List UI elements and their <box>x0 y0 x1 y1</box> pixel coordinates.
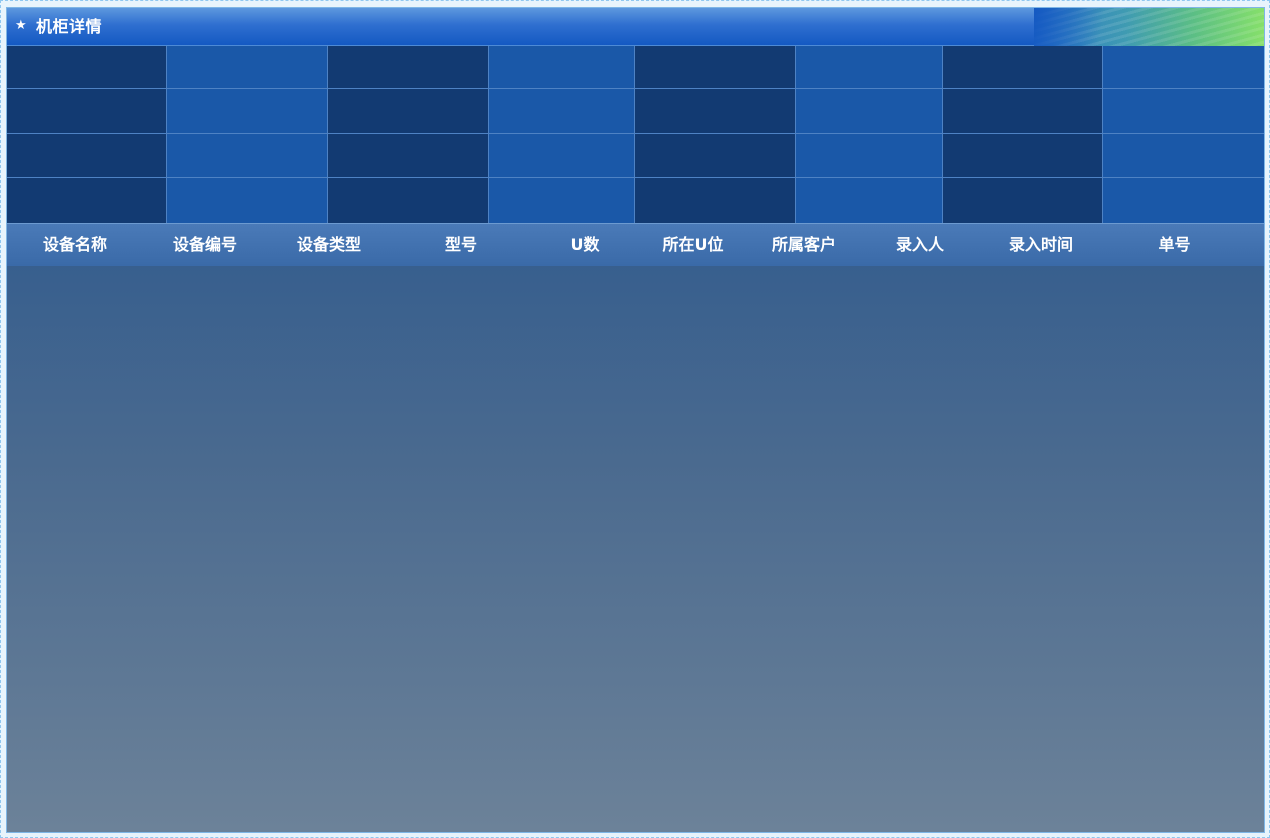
info-label-cell <box>635 46 796 89</box>
info-value-cell <box>796 46 943 89</box>
device-table-header: 设备名称 设备编号 设备类型 型号 U数 所在U位 所属客户 录入人 录入时间 … <box>7 223 1264 267</box>
info-value-cell <box>167 178 328 223</box>
info-label-cell <box>943 89 1103 134</box>
info-label-cell <box>7 46 167 89</box>
column-header-device-id[interactable]: 设备编号 <box>143 224 267 267</box>
info-value-cell <box>1103 134 1264 178</box>
info-value-cell <box>1103 89 1264 134</box>
info-label-cell <box>635 178 796 223</box>
panel-title-bar: ★ 机柜详情 <box>7 8 1264 46</box>
info-value-cell <box>489 178 635 223</box>
panel-title: 机柜详情 <box>36 17 103 36</box>
info-label-cell <box>635 134 796 178</box>
info-label-cell <box>7 89 167 134</box>
info-value-cell <box>1103 178 1264 223</box>
info-value-cell <box>796 134 943 178</box>
column-header-u-position[interactable]: 所在U位 <box>639 224 747 267</box>
star-icon: ★ <box>15 18 27 33</box>
title-bar-decoration <box>1034 8 1264 46</box>
column-header-order-number[interactable]: 单号 <box>1103 224 1246 267</box>
info-label-cell <box>328 46 489 89</box>
info-label-cell <box>943 178 1103 223</box>
info-value-cell <box>489 46 635 89</box>
column-header-customer[interactable]: 所属客户 <box>747 224 861 267</box>
info-value-cell <box>167 89 328 134</box>
column-header-device-name[interactable]: 设备名称 <box>7 224 143 267</box>
column-header-device-type[interactable]: 设备类型 <box>267 224 391 267</box>
info-label-cell <box>635 89 796 134</box>
info-label-cell <box>7 178 167 223</box>
column-header-entry-time[interactable]: 录入时间 <box>979 224 1103 267</box>
info-value-cell <box>796 89 943 134</box>
cabinet-info-grid <box>7 46 1264 223</box>
info-label-cell <box>7 134 167 178</box>
info-label-cell <box>328 134 489 178</box>
info-value-cell <box>796 178 943 223</box>
device-table-body <box>7 266 1264 832</box>
page-frame: ★ 机柜详情 设备名称 设备编号 设备类型 型号 U数 所在U位 所属客户 录入… <box>0 0 1270 838</box>
info-value-cell <box>489 89 635 134</box>
column-header-model[interactable]: 型号 <box>391 224 531 267</box>
column-header-u-count[interactable]: U数 <box>531 224 639 267</box>
info-value-cell <box>167 46 328 89</box>
cabinet-detail-panel: ★ 机柜详情 设备名称 设备编号 设备类型 型号 U数 所在U位 所属客户 录入… <box>6 7 1265 833</box>
info-value-cell <box>1103 46 1264 89</box>
info-label-cell <box>943 134 1103 178</box>
column-header-entered-by[interactable]: 录入人 <box>861 224 979 267</box>
info-value-cell <box>167 134 328 178</box>
info-value-cell <box>489 134 635 178</box>
info-label-cell <box>328 178 489 223</box>
info-label-cell <box>328 89 489 134</box>
info-label-cell <box>943 46 1103 89</box>
